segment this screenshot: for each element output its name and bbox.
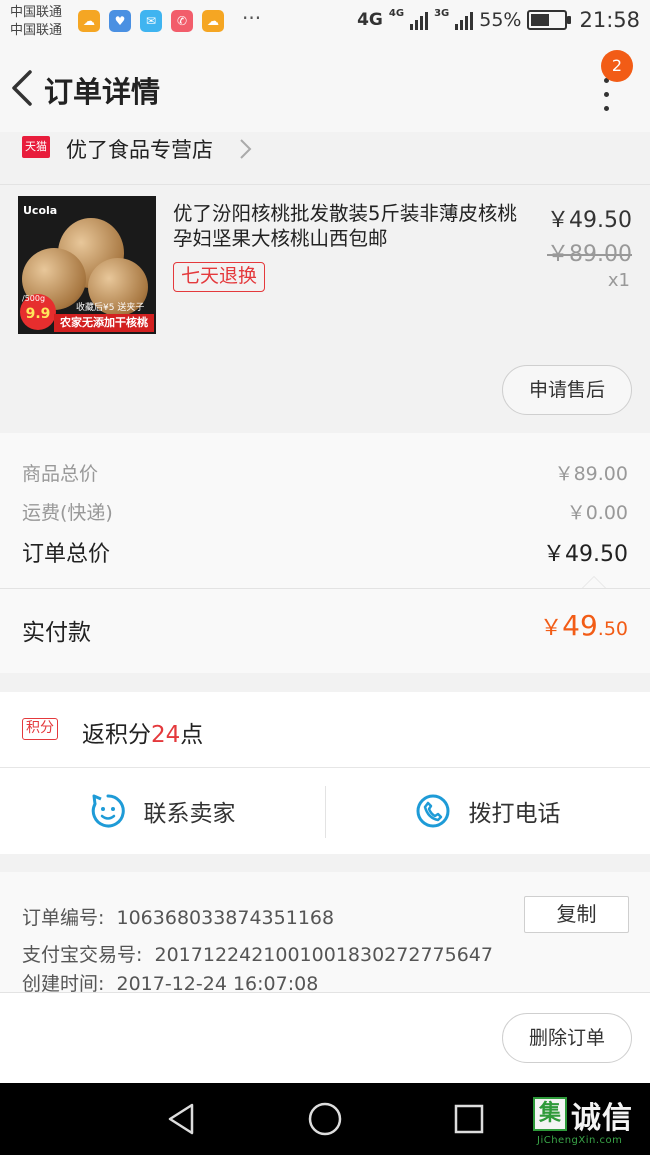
dot-icon	[604, 92, 609, 97]
paid-label: 实付款	[22, 620, 91, 646]
points-suffix: 点	[180, 722, 204, 748]
delete-order-button[interactable]: 删除订单	[502, 1013, 632, 1063]
page-title: 订单详情	[44, 75, 161, 109]
status-indicators: 4G 4G 3G 55% 21:58	[357, 8, 640, 32]
copy-button[interactable]: 复制	[524, 896, 629, 933]
watermark-url: JiChengXin.com	[537, 1135, 623, 1146]
dot-icon	[604, 106, 609, 111]
status-bar: 中国联通 中国联通 ☁ ♥ ✉ ✆ ☁ ··· 4G 4G 3G 55% 21:…	[0, 0, 650, 44]
tmall-logo: 天猫	[22, 136, 50, 158]
product-title[interactable]: 优了汾阳核桃批发散装5斤装非薄皮核桃孕妇坚果大核桃山西包邮	[173, 201, 535, 251]
call-phone-label: 拨打电话	[468, 801, 561, 827]
contact-bar: 联系卖家 拨打电话	[0, 768, 650, 854]
paid-amount: ￥49.50	[540, 609, 628, 642]
points-value: 24	[151, 722, 181, 748]
network-type-2: 4G	[388, 8, 405, 19]
notification-icons: ☁ ♥ ✉ ✆ ☁	[78, 10, 224, 32]
watermark-logo: 集 诚信 JiChengXin.com	[533, 1089, 645, 1149]
points-tag: 积分	[22, 718, 58, 740]
order-number-line: 订单编号: 106368033874351168	[22, 903, 334, 930]
order-total-label: 订单总价	[22, 542, 111, 567]
order-number-label: 订单编号:	[22, 907, 105, 929]
product-image-banner: 农家无添加干核桃	[54, 314, 154, 332]
signal-icon	[410, 10, 429, 30]
product-image[interactable]: Ucola 9.9 /500g 收藏后¥5 送夹子 农家无添加干核桃	[18, 196, 156, 334]
network-type-1: 4G	[357, 10, 383, 30]
order-total-value: ￥49.50	[543, 542, 628, 567]
more-notifications-icon: ···	[242, 6, 262, 30]
alipay-number-line: 支付宝交易号: 2017122421001001830272775647	[22, 940, 493, 967]
paid-integer: 49	[562, 609, 598, 642]
watermark-mark: 集	[533, 1097, 567, 1131]
uc-browser-icon-2: ☁	[202, 10, 224, 32]
battery-percent: 55%	[479, 9, 522, 31]
product-quantity: x1	[607, 270, 630, 291]
return-policy-tag: 七天退换	[173, 262, 266, 292]
price-summary: 商品总价 ￥89.00 运费(快递) ￥0.00 订单总价 ￥49.50 实付款…	[0, 433, 650, 673]
nav-home-icon[interactable]	[305, 1099, 345, 1139]
product-image-brand: Ucola	[23, 204, 58, 217]
shipping-label: 运费(快递)	[22, 502, 113, 524]
order-total-row: 订单总价 ￥49.50	[22, 536, 628, 568]
shipping-row: 运费(快递) ￥0.00	[22, 498, 628, 525]
paid-decimal: .50	[597, 618, 628, 640]
product-card: Ucola 9.9 /500g 收藏后¥5 送夹子 农家无添加干核桃 优了汾阳核…	[0, 184, 650, 433]
nav-back-icon[interactable]	[162, 1099, 202, 1139]
call-phone-button[interactable]: 拨打电话	[325, 768, 650, 854]
order-info: 订单编号: 106368033874351168 复制 支付宝交易号: 2017…	[0, 872, 650, 995]
message-count-badge: 2	[601, 50, 633, 82]
points-text: 返积分24点	[82, 715, 203, 749]
alipay-number-value: 2017122421001001830272775647	[154, 944, 493, 966]
points-prefix: 返积分	[82, 722, 151, 748]
system-navigation-bar: 集 诚信 JiChengXin.com	[0, 1083, 650, 1155]
carrier-1: 中国联通	[10, 5, 63, 20]
uc-browser-icon: ☁	[78, 10, 100, 32]
divider	[0, 588, 650, 589]
clock: 21:58	[579, 8, 640, 32]
after-sale-button[interactable]: 申请售后	[502, 365, 632, 415]
contact-seller-label: 联系卖家	[143, 801, 236, 827]
product-image-promo: 收藏后¥5 送夹子	[76, 303, 145, 313]
carrier-labels: 中国联通 中国联通	[10, 4, 62, 40]
goods-total-row: 商品总价 ￥89.00	[22, 459, 628, 486]
alipay-number-label: 支付宝交易号:	[22, 944, 143, 966]
battery-level-fill	[531, 14, 550, 26]
goods-total-value: ￥89.00	[554, 463, 628, 485]
points-row: 积分 返积分24点	[0, 692, 650, 768]
chevron-right-icon	[240, 139, 252, 159]
contact-seller-button[interactable]: 联系卖家	[0, 768, 325, 854]
network-type-3: 3G	[434, 8, 450, 19]
nav-recents-icon[interactable]	[449, 1099, 489, 1139]
bottom-action-bar: 删除订单	[0, 992, 650, 1083]
shipping-value: ￥0.00	[566, 502, 628, 524]
store-row[interactable]: 天猫 优了食品专营店	[0, 132, 650, 184]
order-number-value[interactable]: 106368033874351168	[117, 907, 335, 929]
product-original-price: ￥89.00	[547, 242, 632, 267]
divider-notch	[582, 576, 606, 588]
store-name: 优了食品专营店	[66, 138, 213, 162]
battery-icon	[527, 10, 572, 30]
paid-currency: ￥	[540, 616, 563, 641]
chevron-left-icon	[12, 70, 32, 106]
app-header: 订单详情	[0, 44, 650, 132]
product-price: ￥49.50	[547, 208, 632, 233]
watermark-text: 诚信	[571, 1101, 633, 1136]
signal-icon-2	[455, 10, 474, 30]
chat-face-icon	[91, 794, 125, 828]
back-button[interactable]	[6, 66, 38, 110]
goods-total-label: 商品总价	[22, 463, 99, 485]
phone-icon	[416, 794, 449, 828]
missed-call-icon: ✆	[171, 10, 193, 32]
health-app-icon: ♥	[109, 10, 131, 32]
product-image-unit: /500g	[22, 294, 46, 303]
carrier-2: 中国联通	[10, 23, 63, 38]
message-icon: ✉	[140, 10, 162, 32]
